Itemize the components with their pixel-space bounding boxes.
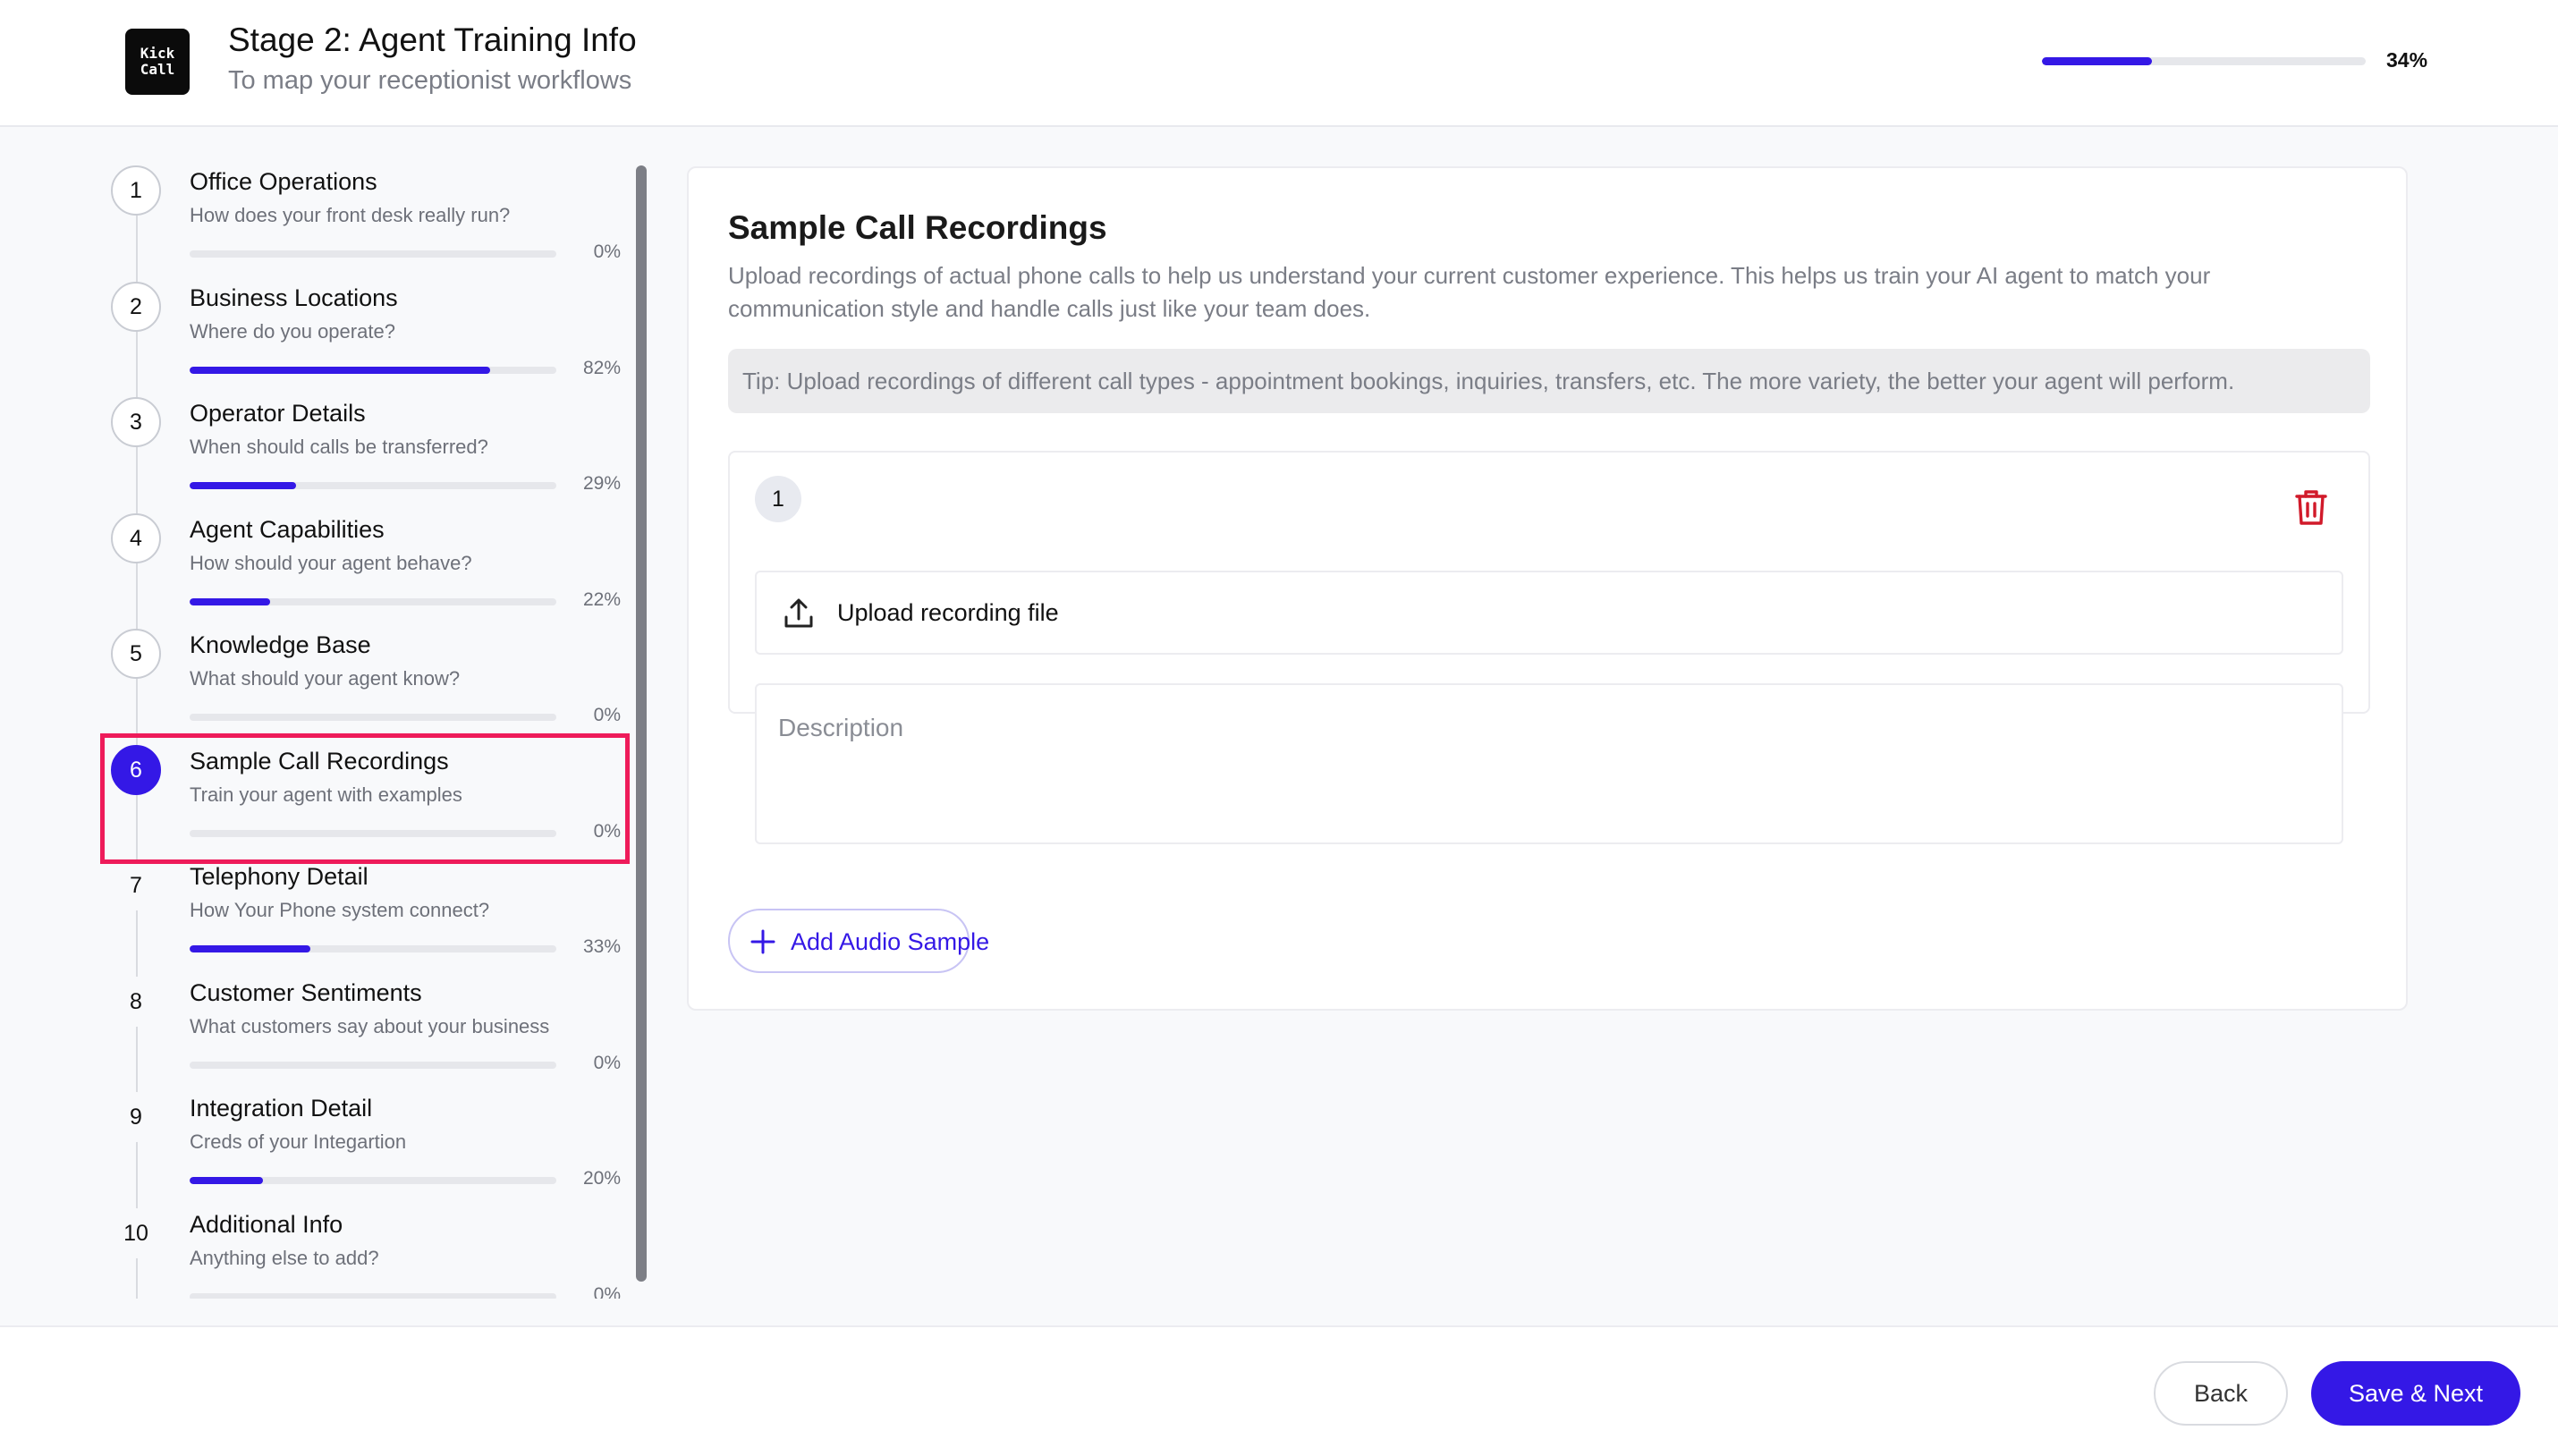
step-title: Telephony Detail (190, 863, 368, 890)
step-title: Additional Info (190, 1211, 343, 1238)
step-subtitle: What customers say about your business (190, 1015, 550, 1037)
overall-progress-fill (2042, 57, 2153, 65)
back-button[interactable]: Back (2154, 1361, 2288, 1426)
section-title: Sample Call Recordings (728, 209, 1107, 246)
step-progress-percent: 0% (593, 705, 621, 725)
step-subtitle: What should your agent know? (190, 667, 461, 690)
step-title: Knowledge Base (190, 631, 371, 658)
step-number-badge: 1 (111, 165, 161, 216)
step-subtitle: Train your agent with examples (190, 783, 462, 806)
step-progress-fill (190, 367, 491, 374)
sidebar-step-7[interactable]: 7 Telephony Detail How Your Phone system c… (89, 856, 626, 972)
step-progress-bar (190, 598, 556, 605)
step-subtitle: Anything else to add? (190, 1247, 379, 1269)
step-progress-bar (190, 830, 556, 837)
sidebar-step-5[interactable]: 5 Knowledge Base What should your agent kn… (89, 624, 626, 741)
step-number-badge: 9 (111, 1092, 161, 1142)
step-subtitle: How does your front desk really run? (190, 204, 511, 226)
step-progress-percent: 20% (582, 1168, 621, 1189)
step-progress-bar (190, 714, 556, 721)
step-progress-fill (190, 1177, 263, 1184)
logo-line-1: Kick (140, 45, 175, 62)
step-progress-bar (190, 367, 556, 374)
step-title: Agent Capabilities (190, 516, 385, 543)
step-progress-percent: 22% (582, 589, 621, 610)
step-progress-bar (190, 945, 556, 952)
step-progress-bar (190, 1062, 556, 1069)
sidebar-step-4[interactable]: 4 Agent Capabilities How should your agent… (89, 509, 626, 625)
sidebar-step-10[interactable]: 10 Additional Info Anything else to add? 0% (89, 1204, 626, 1299)
add-audio-sample-label: Add Audio Sample (791, 928, 990, 955)
delete-sample-button[interactable] (2291, 487, 2331, 528)
step-progress-bar (190, 482, 556, 489)
sidebar-step-3[interactable]: 3 Operator Details When should calls be tr… (89, 393, 626, 509)
upload-icon (784, 598, 813, 628)
step-progress-bar (190, 250, 556, 258)
step-number-badge: 6 (111, 745, 161, 795)
sidebar-step-8[interactable]: 8 Customer Sentiments What customers say a… (89, 972, 626, 1088)
bottom-footer: Back Save & Next (0, 1325, 2558, 1456)
step-progress-bar (190, 1293, 556, 1299)
step-progress-fill (190, 945, 311, 952)
step-title: Sample Call Recordings (190, 748, 449, 775)
sidebar-step-6[interactable]: 6 Sample Call Recordings Train your agent … (89, 741, 626, 857)
step-subtitle: Creds of your Integartion (190, 1130, 407, 1153)
step-title: Operator Details (190, 400, 366, 427)
step-number-badge: 2 (111, 282, 161, 332)
step-progress-percent: 29% (582, 473, 621, 494)
step-progress-percent: 0% (593, 241, 621, 262)
tip-banner: Tip: Upload recordings of different call… (728, 349, 2370, 413)
step-progress-fill (190, 482, 296, 489)
sidebar-scrollbar[interactable] (636, 165, 647, 1282)
sidebar-step-2[interactable]: 2 Business Locations Where do you operate?… (89, 277, 626, 394)
steps-sidebar: 1 Office Operations How does your front de… (89, 161, 644, 1299)
step-progress-percent: 0% (593, 1053, 621, 1073)
overall-progress-percent: 34% (2386, 48, 2428, 72)
step-title: Office Operations (190, 168, 377, 195)
page-title: Stage 2: Agent Training Info (228, 21, 637, 58)
step-progress-percent: 0% (593, 1284, 621, 1299)
step-progress-percent: 33% (582, 936, 621, 957)
sidebar-step-9[interactable]: 9 Integration Detail Creds of your Integar… (89, 1088, 626, 1204)
step-subtitle: How should your agent behave? (190, 552, 472, 574)
step-number-badge: 7 (111, 860, 161, 910)
sample-recordings-card: Sample Call Recordings Upload recordings… (687, 166, 2408, 1011)
section-description: Upload recordings of actual phone calls … (728, 262, 2211, 322)
save-next-button[interactable]: Save & Next (2311, 1361, 2520, 1426)
step-progress-fill (190, 598, 271, 605)
step-progress-percent: 82% (582, 358, 621, 378)
top-header: Kick Call Stage 2: Agent Training Info T… (0, 0, 2558, 127)
page-subtitle: To map your receptionist workflows (228, 66, 632, 95)
audio-sample-item: 1 Upload recording file (728, 451, 2370, 844)
step-progress-percent: 0% (593, 821, 621, 842)
add-audio-sample-button[interactable]: Add Audio Sample (728, 909, 989, 973)
upload-recording-label: Upload recording file (837, 599, 1059, 626)
plus-icon (750, 929, 775, 954)
step-number-badge: 8 (111, 977, 161, 1027)
step-number-badge: 3 (111, 397, 161, 447)
step-number-badge: 5 (111, 629, 161, 679)
step-number-badge: 4 (111, 513, 161, 563)
sidebar-step-1[interactable]: 1 Office Operations How does your front de… (89, 161, 626, 277)
step-number-badge: 10 (111, 1208, 161, 1258)
overall-progress-bar (2042, 57, 2366, 65)
step-title: Customer Sentiments (190, 979, 422, 1006)
step-subtitle: How Your Phone system connect? (190, 899, 490, 921)
trash-icon (2295, 490, 2327, 525)
logo-line-2: Call (140, 61, 175, 78)
sample-number-badge: 1 (755, 476, 801, 522)
step-subtitle: When should calls be transferred? (190, 436, 488, 458)
upload-recording-button[interactable]: Upload recording file (755, 571, 2343, 655)
step-title: Integration Detail (190, 1095, 373, 1122)
kickcall-logo: Kick Call (125, 29, 190, 95)
step-progress-bar (190, 1177, 556, 1184)
step-title: Business Locations (190, 284, 398, 311)
step-subtitle: Where do you operate? (190, 320, 395, 343)
description-field[interactable] (755, 683, 2343, 844)
